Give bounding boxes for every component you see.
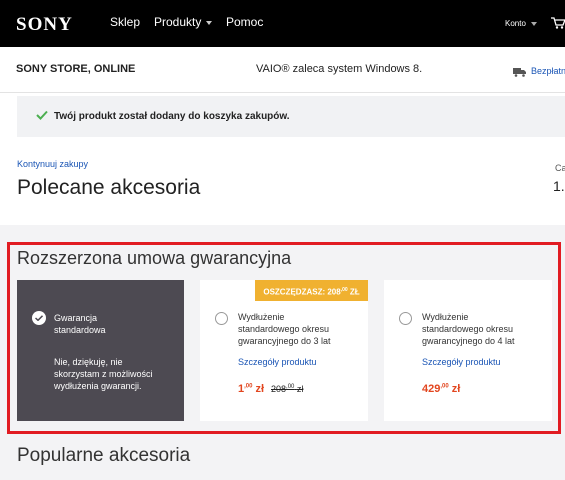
standard-warranty-note: Nie, dziękuję, nie skorzystam z możliwoś… bbox=[54, 356, 153, 392]
standard-label-line: Gwarancja bbox=[54, 313, 98, 323]
savings-badge-cents: ,00 bbox=[340, 287, 348, 293]
sony-logo[interactable]: SONY bbox=[16, 14, 73, 36]
nav-item-pomoc[interactable]: Pomoc bbox=[226, 15, 263, 29]
option-title-line: Wydłużenie bbox=[238, 312, 285, 322]
price-currency: zł bbox=[255, 383, 265, 395]
nav-item-label: Produkty bbox=[154, 15, 202, 29]
warranty-option-standard[interactable] bbox=[17, 280, 184, 421]
popular-accessories-title: Popularne akcesoria bbox=[17, 445, 191, 466]
option-title-line: standardowego okresu bbox=[238, 324, 330, 334]
nav-item-sklep[interactable]: Sklep bbox=[110, 15, 140, 29]
nav-item-produkty[interactable]: Produkty bbox=[154, 15, 213, 29]
chevron-down-icon bbox=[530, 21, 537, 26]
extended-warranty-title: Rozszerzona umowa gwarancyjna bbox=[17, 248, 292, 268]
truck-icon bbox=[513, 68, 526, 77]
store-bar: SONY STORE, ONLINE VAIO® zaleca system W… bbox=[0, 47, 565, 93]
cart-summary-value: 1.9 bbox=[553, 178, 565, 194]
old-price-currency: zł bbox=[296, 384, 304, 394]
nav-item-label: Sklep bbox=[110, 15, 141, 29]
top-navigation-bar: SONY Sklep Produkty Pomoc Konto bbox=[0, 0, 565, 47]
radio-3-years[interactable] bbox=[215, 312, 228, 325]
store-message: VAIO® zaleca system Windows 8. bbox=[256, 63, 423, 75]
radio-4-years[interactable] bbox=[399, 312, 412, 325]
standard-note-line: wydłużenia gwarancji. bbox=[54, 381, 142, 391]
price-cents: ,00 bbox=[244, 383, 253, 390]
old-price-cents: ,00 bbox=[286, 384, 295, 390]
selected-check-icon bbox=[32, 311, 46, 325]
nav-item-label: Pomoc bbox=[226, 15, 264, 29]
savings-badge-currency: ZŁ bbox=[349, 287, 360, 297]
store-name: SONY STORE, ONLINE bbox=[16, 63, 136, 75]
option-title-line: Wydłużenie bbox=[422, 312, 469, 322]
checkmark-icon bbox=[36, 110, 48, 120]
old-price-main: 208 bbox=[271, 384, 287, 394]
cart-summary-label: Ca bbox=[555, 163, 565, 173]
chevron-down-icon bbox=[206, 20, 213, 25]
option-4-years-title: Wydłużenie standardowego okresu gwarancy… bbox=[422, 311, 515, 347]
warranty-option-4-years[interactable] bbox=[384, 280, 552, 421]
savings-badge: OSZCZĘDZASZ: 208,00 ZŁ bbox=[255, 280, 368, 301]
account-label: Konto bbox=[505, 19, 526, 28]
standard-note-line: skorzystam z możliwości bbox=[54, 369, 153, 379]
product-details-link[interactable]: Szczegóły produktu bbox=[422, 357, 501, 367]
standard-warranty-label: Gwarancja standardowa bbox=[54, 312, 106, 336]
notice-text: Twój produkt został dodany do koszyka za… bbox=[54, 111, 290, 122]
option-title-line: standardowego okresu bbox=[422, 324, 514, 334]
account-menu[interactable]: Konto bbox=[505, 19, 537, 28]
standard-label-line: standardowa bbox=[54, 325, 106, 335]
continue-shopping-link[interactable]: Kontynuuj zakupy bbox=[17, 159, 88, 169]
option-title-line: gwarancyjnego do 3 lat bbox=[238, 336, 331, 346]
page-title: Polecane akcesoria bbox=[17, 176, 201, 199]
savings-badge-label: OSZCZĘDZASZ: 208 bbox=[263, 287, 341, 297]
price-currency: zł bbox=[451, 383, 461, 395]
standard-note-line: Nie, dziękuję, nie bbox=[54, 357, 123, 367]
option-3-years-price: 1,00 zł bbox=[238, 383, 264, 395]
free-shipping-link[interactable]: Bezpłatna bbox=[531, 66, 565, 76]
product-details-link[interactable]: Szczegóły produktu bbox=[238, 357, 317, 367]
option-title-line: gwarancyjnego do 4 lat bbox=[422, 336, 515, 346]
price-cents: ,00 bbox=[440, 383, 449, 390]
cart-icon[interactable] bbox=[551, 17, 565, 29]
price-main: 429 bbox=[422, 383, 441, 395]
option-3-years-old-price: 208,00 zł bbox=[271, 384, 303, 394]
option-4-years-price: 429,00 zł bbox=[422, 383, 460, 395]
warranty-option-3-years[interactable] bbox=[200, 280, 368, 421]
option-3-years-title: Wydłużenie standardowego okresu gwarancy… bbox=[238, 311, 331, 347]
